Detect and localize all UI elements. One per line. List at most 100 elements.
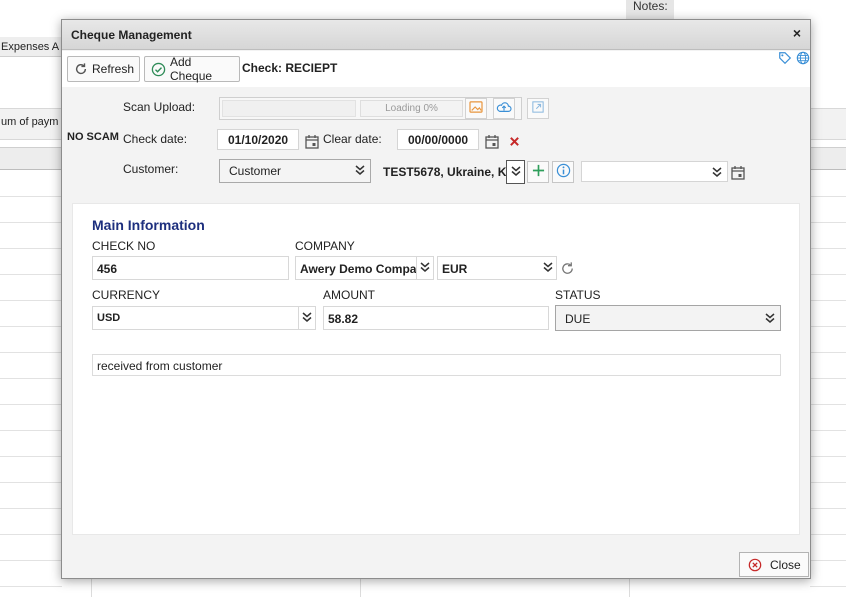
add-customer-button[interactable] [527, 161, 549, 183]
background-row-line [810, 274, 846, 275]
dialog-title: Cheque Management [71, 28, 192, 42]
background-row-line [0, 196, 62, 197]
close-circle-icon [748, 558, 762, 572]
status-label: STATUS [555, 288, 601, 302]
currency-label: CURRENCY [92, 288, 161, 302]
company-dropdown-button[interactable] [416, 256, 434, 280]
notes-field[interactable]: received from customer [92, 354, 781, 376]
calendar-icon[interactable] [729, 162, 747, 182]
open-scan-button[interactable] [527, 98, 549, 119]
add-cheque-label: Add Cheque [170, 55, 213, 83]
main-information-panel: Main Information CHECK NO 456 COMPANY Aw… [72, 203, 800, 535]
background-row-line [0, 222, 62, 223]
clear-date-field[interactable]: 00/00/0000 [397, 129, 479, 150]
background-row-line [810, 326, 846, 327]
amount-label: AMOUNT [323, 288, 375, 302]
upload-file-field[interactable] [222, 100, 356, 117]
background-row-line [0, 586, 62, 587]
background-row-line [0, 430, 62, 431]
calendar-icon[interactable] [483, 131, 501, 151]
image-icon [469, 101, 483, 116]
chevron-double-down-icon [355, 164, 365, 179]
background-notes-label: Notes: [626, 0, 674, 19]
customer-dropdown-button[interactable] [506, 160, 525, 184]
upload-image-button[interactable] [465, 98, 487, 119]
company-currency-field[interactable]: EUR [437, 256, 539, 280]
dialog-toolbar: Refresh Add Cheque Check: RECIEPT [62, 51, 810, 87]
chevron-double-down-icon [302, 311, 312, 326]
clear-date-label: Clear date: [323, 132, 382, 146]
check-circle-icon [151, 62, 166, 77]
scan-upload-label: Scan Upload: [123, 100, 196, 114]
status-value: DUE [565, 312, 591, 326]
background-row-line [0, 248, 62, 249]
company-currency-dropdown-button[interactable] [539, 256, 557, 280]
customer-info-button[interactable] [552, 161, 574, 183]
background-row-line [810, 456, 846, 457]
refresh-button[interactable]: Refresh [67, 56, 140, 82]
calendar-icon[interactable] [303, 131, 321, 151]
customer-type-select[interactable]: Customer [219, 159, 371, 183]
add-cheque-button[interactable]: Add Cheque [144, 55, 240, 83]
background-row-line [810, 508, 846, 509]
background-row-line [810, 378, 846, 379]
customer-field[interactable]: TEST5678, Ukraine, Ky [378, 160, 506, 184]
top-right-icons [778, 51, 810, 68]
background-column-divider [360, 578, 361, 597]
company-label: COMPANY [295, 239, 355, 253]
background-row-line [810, 534, 846, 535]
background-column-divider [91, 578, 92, 597]
dialog-close-icon[interactable]: × [793, 25, 801, 41]
check-date-label: Check date: [123, 132, 188, 146]
reload-icon[interactable] [558, 259, 576, 277]
amount-field[interactable]: 58.82 [323, 306, 549, 330]
check-no-field[interactable]: 456 [92, 256, 289, 280]
background-column-divider [629, 578, 630, 597]
no-scan-label: NO SCAM [67, 131, 119, 143]
customer-label: Customer: [123, 162, 179, 176]
background-row-line [810, 300, 846, 301]
background-row-line [0, 482, 62, 483]
background-row-line [810, 248, 846, 249]
check-date-field[interactable]: 01/10/2020 [217, 129, 299, 150]
company-field[interactable]: Awery Demo Compan [295, 256, 416, 280]
background-row-line [0, 560, 62, 561]
background-row-line [0, 378, 62, 379]
upload-progress: Loading 0% [360, 100, 463, 117]
customer-type-value: Customer [229, 164, 282, 178]
clear-x-icon[interactable] [506, 132, 522, 150]
refresh-icon [74, 62, 88, 76]
extra-date-field[interactable] [581, 161, 728, 182]
chevron-double-down-icon [765, 312, 775, 327]
background-table-header [810, 147, 846, 170]
chevron-double-down-icon [543, 261, 553, 276]
background-row-line [0, 534, 62, 535]
currency-field[interactable]: USD [92, 306, 298, 330]
globe-icon[interactable] [796, 51, 810, 68]
close-button[interactable]: Close [739, 552, 809, 577]
plus-icon [532, 164, 545, 180]
chevron-double-down-icon [420, 261, 430, 276]
chevron-double-down-icon[interactable] [711, 163, 723, 181]
background-row-line [0, 404, 62, 405]
cloud-upload-button[interactable] [493, 98, 515, 119]
background-row-line [810, 560, 846, 561]
background-band [810, 108, 846, 140]
info-icon [556, 163, 571, 181]
background-table-header [0, 147, 62, 170]
currency-dropdown-button[interactable] [298, 306, 316, 330]
background-row-line [810, 196, 846, 197]
background-row-line [0, 326, 62, 327]
cheque-management-dialog: Cheque Management × Refresh Add Cheque C… [61, 19, 811, 579]
panel-title: Main Information [92, 217, 205, 233]
background-row-line [810, 404, 846, 405]
dialog-titlebar[interactable]: Cheque Management × [62, 20, 810, 50]
refresh-label: Refresh [92, 62, 135, 76]
chevron-double-down-icon [511, 165, 521, 180]
background-row-line [0, 508, 62, 509]
background-row-line [0, 456, 62, 457]
status-select[interactable]: DUE [555, 305, 781, 331]
background-expenses-tab: Expenses A [0, 37, 62, 57]
tag-icon[interactable] [778, 51, 792, 68]
background-row-line [810, 482, 846, 483]
